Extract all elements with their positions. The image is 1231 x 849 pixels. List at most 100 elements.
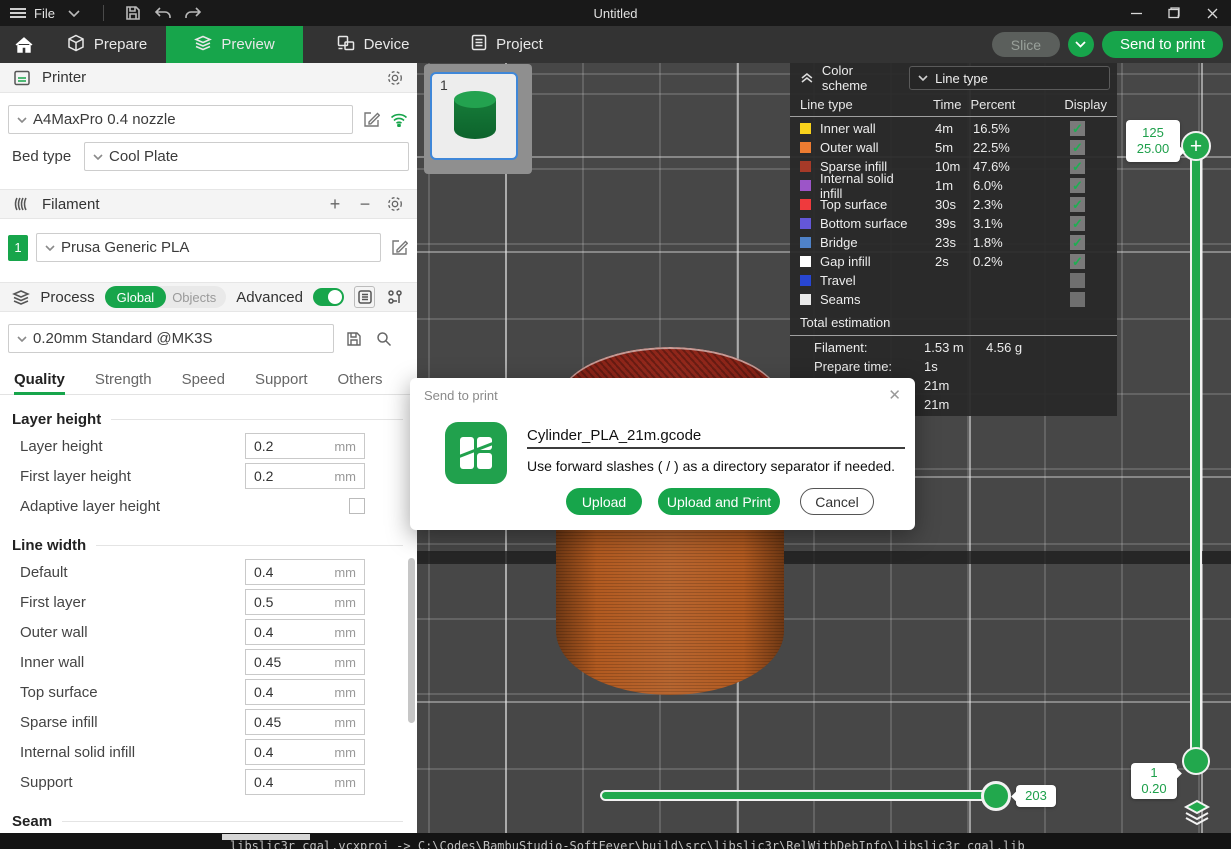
setting-input[interactable]: [246, 624, 316, 640]
maximize-button[interactable]: [1155, 0, 1193, 26]
setting-checkbox[interactable]: [349, 498, 365, 514]
display-checkbox[interactable]: ✓: [1070, 178, 1085, 193]
setting-input[interactable]: [246, 714, 316, 730]
view-mode-select[interactable]: Line type: [909, 66, 1110, 90]
dialog-close-icon[interactable]: ✕: [888, 386, 901, 404]
setting-unit: mm: [334, 685, 364, 700]
setting-input-box: mm: [245, 709, 365, 735]
parameter-table-icon[interactable]: [385, 286, 405, 308]
tab-project[interactable]: Project: [443, 26, 571, 63]
save-icon[interactable]: [122, 4, 144, 22]
section-title-seam: Seam: [12, 809, 417, 833]
wifi-connected-icon[interactable]: [389, 110, 409, 130]
bed-type-value: Cool Plate: [109, 148, 178, 165]
legend-row-outer-wall: Outer wall5m22.5%✓: [790, 138, 1117, 157]
setting-input-box: mm: [245, 619, 365, 645]
layer-slider-track[interactable]: [1190, 146, 1202, 761]
setting-input[interactable]: [246, 468, 316, 484]
legend-label: Gap infill: [820, 254, 871, 269]
minimize-button[interactable]: [1117, 0, 1155, 26]
setting-input-box: mm: [245, 649, 365, 675]
setting-input[interactable]: [246, 438, 316, 454]
advanced-toggle[interactable]: [313, 288, 344, 306]
edit-filament-icon[interactable]: [389, 238, 409, 258]
file-menu[interactable]: File: [34, 6, 55, 21]
tab-speed[interactable]: Speed: [182, 365, 225, 395]
send-to-print-button[interactable]: Send to print: [1102, 31, 1223, 58]
layer-slider-top-handle[interactable]: +: [1181, 131, 1211, 161]
upload-and-print-button[interactable]: Upload and Print: [658, 488, 780, 515]
legend-name: Gap infill: [800, 254, 915, 269]
move-slider-handle[interactable]: [981, 781, 1011, 811]
display-checkbox[interactable]: ✓: [1070, 140, 1085, 155]
display-checkbox[interactable]: ✓: [1070, 121, 1085, 136]
collapse-panel-icon[interactable]: [800, 72, 814, 84]
total-estimation-title: Total estimation: [790, 309, 1117, 334]
setting-input[interactable]: [246, 684, 316, 700]
close-button[interactable]: [1193, 0, 1231, 26]
send-options-chevron-icon[interactable]: [1068, 32, 1094, 57]
legend-name: Top surface: [800, 197, 915, 212]
setting-input[interactable]: [246, 654, 316, 670]
display-checkbox[interactable]: [1070, 292, 1085, 307]
setting-input[interactable]: [246, 774, 316, 790]
setting-input[interactable]: [246, 564, 316, 580]
filename-input[interactable]: [527, 423, 905, 449]
save-preset-icon[interactable]: [344, 329, 364, 349]
search-preset-icon[interactable]: [374, 329, 394, 349]
hamburger-menu-icon[interactable]: [10, 8, 26, 18]
file-menu-chevron-icon[interactable]: [63, 4, 85, 22]
legend-label: Inner wall: [820, 121, 876, 136]
setting-unit: mm: [334, 625, 364, 640]
upload-button[interactable]: Upload: [566, 488, 642, 515]
legend-name: Seams: [800, 292, 915, 307]
setting-input[interactable]: [246, 744, 316, 760]
redo-icon[interactable]: [182, 4, 204, 22]
slice-button[interactable]: Slice: [992, 32, 1060, 57]
tab-strength[interactable]: Strength: [95, 365, 152, 395]
edit-printer-icon[interactable]: [361, 110, 381, 130]
remove-filament-button[interactable]: −: [355, 194, 375, 215]
panel-scrollbar[interactable]: [408, 558, 415, 723]
layers-mode-button[interactable]: [1182, 797, 1212, 827]
undo-icon[interactable]: [152, 4, 174, 22]
printer-name: A4MaxPro 0.4 nozzle: [33, 111, 176, 128]
home-button[interactable]: [0, 26, 48, 63]
setting-unit: mm: [334, 439, 364, 454]
printer-select[interactable]: A4MaxPro 0.4 nozzle: [8, 105, 353, 134]
display-checkbox[interactable]: [1070, 273, 1085, 288]
display-checkbox[interactable]: ✓: [1070, 254, 1085, 269]
plate-thumbnail[interactable]: 1: [430, 72, 518, 160]
filament-settings-gear-icon[interactable]: [385, 194, 405, 214]
layer-slider-bottom-handle[interactable]: [1182, 747, 1210, 775]
scope-objects[interactable]: Objects: [166, 290, 226, 305]
tab-others[interactable]: Others: [338, 365, 383, 395]
tab-prepare[interactable]: Prepare: [48, 26, 166, 63]
display-checkbox[interactable]: ✓: [1070, 235, 1085, 250]
display-checkbox[interactable]: ✓: [1070, 197, 1085, 212]
legend-row-seams: Seams: [790, 290, 1117, 309]
tab-preview[interactable]: Preview: [166, 26, 303, 63]
setting-label: Sparse infill: [20, 714, 245, 731]
display-checkbox[interactable]: ✓: [1070, 159, 1085, 174]
scope-global[interactable]: Global: [105, 286, 167, 308]
bed-type-select[interactable]: Cool Plate: [84, 142, 409, 171]
parameter-list-icon[interactable]: [354, 286, 374, 308]
setting-input[interactable]: [246, 594, 316, 610]
process-preset-select[interactable]: 0.20mm Standard @MK3S: [8, 324, 334, 353]
move-slider-track[interactable]: [600, 790, 992, 801]
legend-time: 2s: [935, 254, 973, 269]
filament-slot-badge[interactable]: 1: [8, 235, 28, 261]
display-checkbox[interactable]: ✓: [1070, 216, 1085, 231]
cancel-button[interactable]: Cancel: [800, 488, 874, 515]
printer-settings-gear-icon[interactable]: [385, 68, 405, 88]
color-swatch: [800, 218, 811, 229]
tab-quality[interactable]: Quality: [14, 365, 65, 395]
tab-support[interactable]: Support: [255, 365, 308, 395]
process-scope-toggle[interactable]: Global Objects: [105, 286, 227, 308]
section-title-line-width: Line width: [12, 533, 417, 557]
filament-select[interactable]: Prusa Generic PLA: [36, 233, 381, 262]
tab-device[interactable]: Device: [303, 26, 443, 63]
setting-label: Inner wall: [20, 654, 245, 671]
add-filament-button[interactable]: +: [325, 194, 345, 215]
